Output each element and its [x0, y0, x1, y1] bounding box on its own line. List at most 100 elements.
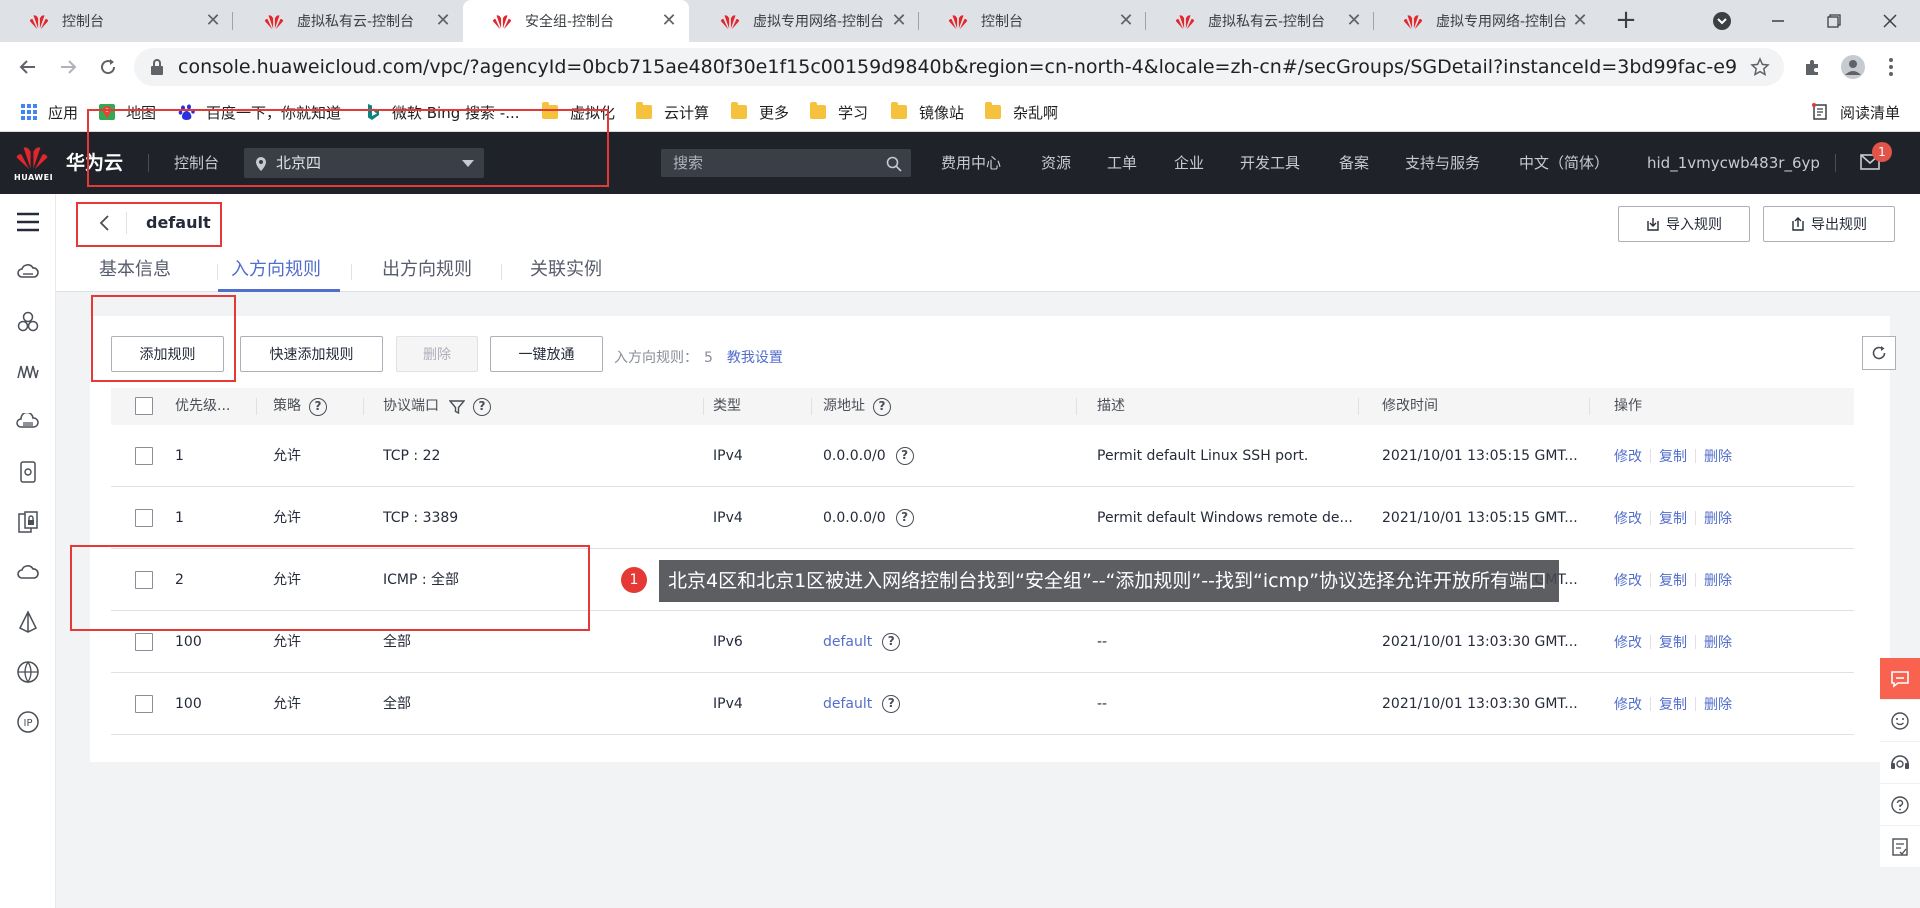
- notes-button[interactable]: [1880, 826, 1920, 868]
- nav-username[interactable]: hid_1vmycwb483r_6yp: [1647, 132, 1820, 194]
- tab-close-icon[interactable]: ✕: [1570, 11, 1590, 31]
- rail-item-global[interactable]: [14, 658, 42, 686]
- minimize-button[interactable]: [1750, 0, 1806, 42]
- close-window-button[interactable]: [1862, 0, 1918, 42]
- forward-button[interactable]: [54, 53, 82, 81]
- header-search-input[interactable]: [661, 149, 911, 177]
- delete-link[interactable]: 删除: [1704, 632, 1732, 652]
- rail-item-eip[interactable]: IP: [14, 708, 42, 736]
- bookmark-apps[interactable]: 应用: [20, 92, 78, 132]
- quick-add-rule-button[interactable]: 快速添加规则: [240, 336, 383, 372]
- menu-button[interactable]: [14, 208, 42, 236]
- search-icon[interactable]: [886, 156, 902, 172]
- copy-link[interactable]: 复制: [1659, 570, 1687, 590]
- help-circle-icon[interactable]: ?: [882, 695, 901, 713]
- edit-link[interactable]: 修改: [1614, 632, 1642, 652]
- browser-tab[interactable]: 控制台 ✕: [919, 0, 1146, 42]
- tab-close-icon[interactable]: ✕: [659, 11, 679, 31]
- bookmark-folder[interactable]: 镜像站: [891, 92, 964, 132]
- tab-close-icon[interactable]: ✕: [203, 11, 223, 31]
- rail-item-storage[interactable]: [14, 408, 42, 436]
- col-priority[interactable]: 优先级...: [175, 388, 230, 425]
- filter-icon[interactable]: [449, 399, 465, 415]
- nav-resources[interactable]: 资源: [1041, 132, 1071, 194]
- nav-billing[interactable]: 费用中心: [941, 132, 1001, 194]
- help-circle-icon[interactable]: ?: [882, 633, 901, 651]
- copy-link[interactable]: 复制: [1659, 694, 1687, 714]
- tab-inbound-rules[interactable]: 入方向规则: [231, 252, 321, 288]
- tab-basic-info[interactable]: 基本信息: [99, 252, 171, 288]
- row-checkbox[interactable]: [135, 447, 153, 465]
- delete-button[interactable]: 删除: [396, 336, 478, 372]
- edit-link[interactable]: 修改: [1614, 508, 1642, 528]
- satisfaction-button[interactable]: [1880, 700, 1920, 742]
- bookmark-folder[interactable]: 学习: [810, 92, 868, 132]
- help-circle-icon[interactable]: ?: [309, 397, 327, 416]
- reading-list[interactable]: 阅读清单: [1812, 92, 1900, 132]
- address-bar[interactable]: console.huaweicloud.com/vpc/?agencyId=0b…: [134, 48, 1784, 86]
- browser-tab[interactable]: 虚拟私有云-控制台 ✕: [1146, 0, 1374, 42]
- browser-menu-button[interactable]: [1878, 54, 1904, 80]
- browser-tab[interactable]: 虚拟专用网络-控制台 ✕: [1374, 0, 1600, 42]
- delete-link[interactable]: 删除: [1704, 694, 1732, 714]
- copy-link[interactable]: 复制: [1659, 446, 1687, 466]
- rail-item-network[interactable]: [14, 358, 42, 386]
- bookmark-folder[interactable]: 杂乱啊: [985, 92, 1058, 132]
- delete-link[interactable]: 删除: [1704, 570, 1732, 590]
- bookmark-star-icon[interactable]: [1750, 57, 1770, 77]
- reload-button[interactable]: [94, 53, 122, 81]
- source-group-link[interactable]: default: [823, 611, 872, 673]
- rail-item-cloud[interactable]: [14, 258, 42, 286]
- browser-tab[interactable]: 虚拟专用网络-控制台 ✕: [691, 0, 919, 42]
- export-rules-button[interactable]: 导出规则: [1763, 206, 1895, 242]
- bookmark-folder[interactable]: 更多: [731, 92, 789, 132]
- new-tab-button[interactable]: +: [1613, 7, 1639, 34]
- copy-link[interactable]: 复制: [1659, 508, 1687, 528]
- tab-search-button[interactable]: [1694, 0, 1750, 42]
- edit-link[interactable]: 修改: [1614, 694, 1642, 714]
- tab-close-icon[interactable]: ✕: [889, 11, 909, 31]
- source-group-link[interactable]: default: [823, 673, 872, 735]
- help-circle-icon[interactable]: ?: [895, 447, 914, 465]
- help-button[interactable]: [1880, 784, 1920, 826]
- delete-link[interactable]: 删除: [1704, 446, 1732, 466]
- delete-link[interactable]: 删除: [1704, 508, 1732, 528]
- allow-all-button[interactable]: 一键放通: [490, 336, 603, 372]
- nav-icp[interactable]: 备案: [1339, 132, 1369, 194]
- edit-link[interactable]: 修改: [1614, 570, 1642, 590]
- nav-tickets[interactable]: 工单: [1107, 132, 1137, 194]
- help-circle-icon[interactable]: ?: [473, 397, 491, 416]
- select-all-checkbox[interactable]: [135, 397, 153, 415]
- rail-item-security[interactable]: [14, 508, 42, 536]
- row-checkbox[interactable]: [135, 509, 153, 527]
- help-link[interactable]: 教我设置: [727, 350, 783, 366]
- restore-button[interactable]: [1806, 0, 1862, 42]
- copy-link[interactable]: 复制: [1659, 632, 1687, 652]
- tab-associated-instances[interactable]: 关联实例: [530, 252, 602, 288]
- nav-enterprise[interactable]: 企业: [1174, 132, 1204, 194]
- import-rules-button[interactable]: 导入规则: [1618, 206, 1750, 242]
- tab-outbound-rules[interactable]: 出方向规则: [382, 252, 472, 288]
- tab-close-icon[interactable]: ✕: [433, 11, 453, 31]
- bookmark-folder[interactable]: 云计算: [636, 92, 709, 132]
- help-circle-icon[interactable]: ?: [873, 397, 891, 416]
- tab-close-icon[interactable]: ✕: [1344, 11, 1364, 31]
- back-button[interactable]: [14, 53, 42, 81]
- profile-button[interactable]: [1840, 54, 1866, 80]
- edit-link[interactable]: 修改: [1614, 446, 1642, 466]
- customer-service-button[interactable]: [1880, 742, 1920, 784]
- feedback-button[interactable]: [1880, 658, 1920, 700]
- browser-tab[interactable]: 虚拟私有云-控制台 ✕: [235, 0, 463, 42]
- refresh-button[interactable]: [1862, 336, 1896, 370]
- help-circle-icon[interactable]: ?: [895, 509, 914, 527]
- row-checkbox[interactable]: [135, 633, 153, 651]
- row-checkbox[interactable]: [135, 695, 153, 713]
- nav-support[interactable]: 支持与服务: [1405, 132, 1480, 194]
- rail-item-cluster[interactable]: [14, 308, 42, 336]
- browser-tab-active[interactable]: 安全组-控制台 ✕: [463, 0, 689, 42]
- tab-close-icon[interactable]: ✕: [1116, 11, 1136, 31]
- rail-item-ai[interactable]: [14, 608, 42, 636]
- nav-dev-tools[interactable]: 开发工具: [1240, 132, 1300, 194]
- huawei-logo[interactable]: HUAWEI: [14, 142, 53, 184]
- extensions-button[interactable]: [1800, 54, 1826, 80]
